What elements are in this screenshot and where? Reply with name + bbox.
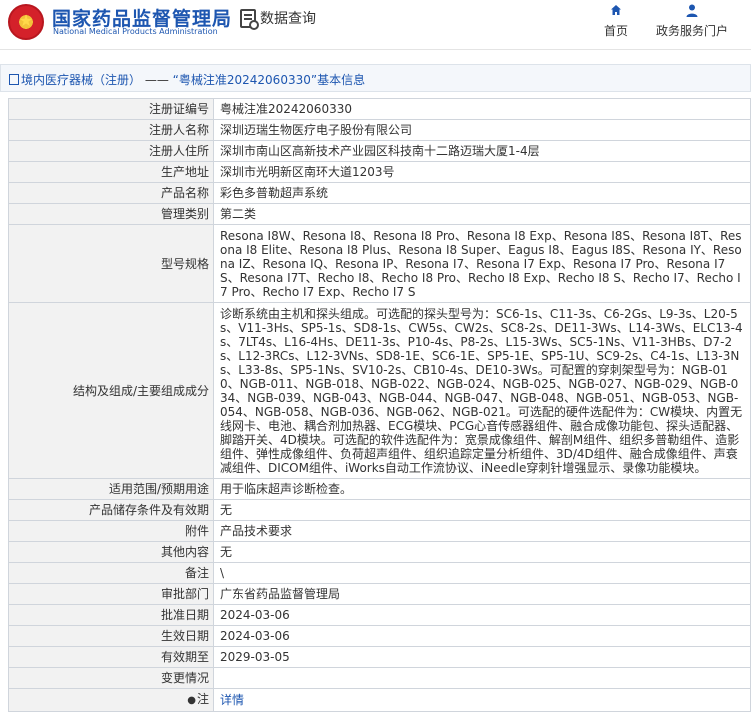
nav-home-label: 首页 [603, 24, 628, 38]
row-label: 产品储存条件及有效期 [8, 499, 214, 521]
row-label-note: ●注 [8, 688, 214, 712]
row-value: 用于临床超声诊断检查。 [213, 478, 751, 500]
emblem-logo: ★ [8, 4, 44, 40]
table-row: 适用范围/预期用途 用于临床超声诊断检查。 [8, 478, 751, 500]
note-label: 注 [196, 692, 209, 706]
breadcrumb: 境内医疗器械（注册） —— “粤械注准20242060330”基本信息 [0, 64, 751, 92]
row-value: \ [213, 562, 751, 584]
row-value: Resona I8W、Resona I8、Resona I8 Pro、Reson… [213, 224, 751, 303]
table-row: 批准日期 2024-03-06 [8, 604, 751, 626]
data-query-label[interactable]: 数据查询 [260, 8, 316, 28]
row-value: 深圳市光明新区南环大道1203号 [213, 161, 751, 183]
row-value: 无 [213, 499, 751, 521]
table-row: ●注 详情 [8, 688, 751, 712]
row-value: 2029-03-05 [213, 646, 751, 668]
table-row: 附件 产品技术要求 [8, 520, 751, 542]
nav-home[interactable]: 首页 [600, 4, 632, 39]
row-value: 深圳迈瑞生物医疗电子股份有限公司 [213, 119, 751, 141]
row-label: 有效期至 [8, 646, 214, 668]
table-row: 生效日期 2024-03-06 [8, 625, 751, 647]
table-row: 其他内容 无 [8, 541, 751, 563]
home-icon [600, 4, 632, 18]
row-label: 适用范围/预期用途 [8, 478, 214, 500]
row-value [213, 667, 751, 689]
table-row: 产品名称 彩色多普勒超声系统 [8, 182, 751, 204]
table-row: 型号规格 Resona I8W、Resona I8、Resona I8 Pro、… [8, 224, 751, 303]
row-label: 生产地址 [8, 161, 214, 183]
table-row: 生产地址 深圳市光明新区南环大道1203号 [8, 161, 751, 183]
row-value: 广东省药品监督管理局 [213, 583, 751, 605]
document-icon [9, 74, 19, 85]
row-value: 深圳市南山区高新技术产业园区科技南十二路迈瑞大厦1-4层 [213, 140, 751, 162]
row-label: 型号规格 [8, 224, 214, 303]
table-row: 备注 \ [8, 562, 751, 584]
row-value: 无 [213, 541, 751, 563]
row-label: 注册人住所 [8, 140, 214, 162]
row-value: 2024-03-06 [213, 625, 751, 647]
table-row: 有效期至 2029-03-05 [8, 646, 751, 668]
site-header: ★ 国家药品监督管理局 National Medical Products Ad… [0, 0, 751, 50]
row-label: 注册证编号 [8, 98, 214, 120]
table-row: 注册证编号 粤械注准20242060330 [8, 98, 751, 120]
breadcrumb-separator: —— [141, 73, 173, 87]
row-value: 彩色多普勒超声系统 [213, 182, 751, 204]
table-row: 产品储存条件及有效期 无 [8, 499, 751, 521]
table-row: 审批部门 广东省药品监督管理局 [8, 583, 751, 605]
pin-icon: ● [187, 695, 196, 706]
row-value: 详情 [213, 688, 751, 712]
site-subtitle: National Medical Products Administration [53, 27, 218, 36]
table-row: 管理类别 第二类 [8, 203, 751, 225]
row-value: 2024-03-06 [213, 604, 751, 626]
table-row: 注册人名称 深圳迈瑞生物医疗电子股份有限公司 [8, 119, 751, 141]
row-value: 粤械注准20242060330 [213, 98, 751, 120]
nav-service-label: 政务服务门户 [655, 24, 728, 38]
details-link[interactable]: 详情 [220, 693, 244, 707]
row-label: 备注 [8, 562, 214, 584]
row-label: 批准日期 [8, 604, 214, 626]
breadcrumb-current: “粤械注准20242060330”基本信息 [172, 73, 366, 87]
row-label: 审批部门 [8, 583, 214, 605]
table-row: 注册人住所 深圳市南山区高新技术产业园区科技南十二路迈瑞大厦1-4层 [8, 140, 751, 162]
data-query-icon[interactable] [240, 9, 259, 30]
row-value: 第二类 [213, 203, 751, 225]
row-label: 产品名称 [8, 182, 214, 204]
row-label: 生效日期 [8, 625, 214, 647]
row-value: 产品技术要求 [213, 520, 751, 542]
row-label: 变更情况 [8, 667, 214, 689]
row-value: 诊断系统由主机和探头组成。可选配的探头型号为：SC6-1s、C11-3s、C6-… [213, 302, 751, 479]
detail-table: 注册证编号 粤械注准20242060330 注册人名称 深圳迈瑞生物医疗电子股份… [8, 98, 751, 712]
row-label: 其他内容 [8, 541, 214, 563]
breadcrumb-text: 境内医疗器械（注册） —— “粤械注准20242060330”基本信息 [9, 71, 365, 88]
breadcrumb-category[interactable]: 境内医疗器械（注册） [21, 73, 141, 87]
row-label: 结构及组成/主要组成成分 [8, 302, 214, 479]
row-label: 注册人名称 [8, 119, 214, 141]
row-label: 附件 [8, 520, 214, 542]
nav-service-portal[interactable]: 政务服务门户 [652, 4, 732, 39]
person-icon [652, 4, 732, 18]
row-label: 管理类别 [8, 203, 214, 225]
table-row: 结构及组成/主要组成成分 诊断系统由主机和探头组成。可选配的探头型号为：SC6-… [8, 302, 751, 479]
table-row: 变更情况 [8, 667, 751, 689]
